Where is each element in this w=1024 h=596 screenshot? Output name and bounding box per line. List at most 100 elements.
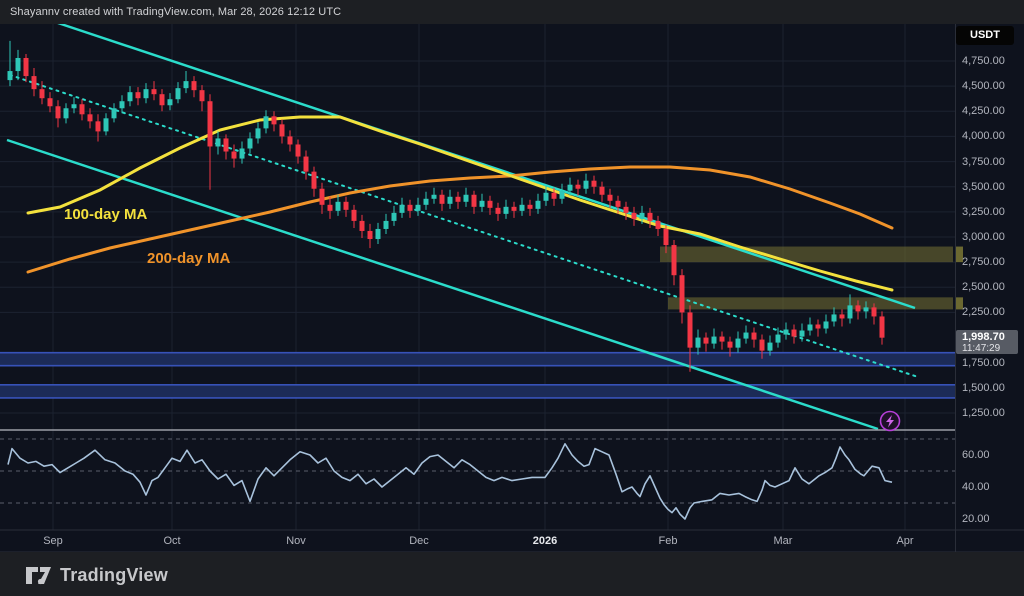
- rsi-line[interactable]: [8, 444, 892, 519]
- candle-body: [400, 205, 405, 213]
- ma200-label: 200-day MA: [147, 250, 230, 267]
- candle-body: [224, 138, 229, 151]
- time-tick-label: Nov: [286, 535, 306, 547]
- candle-body: [648, 213, 653, 221]
- candle-body: [832, 314, 837, 321]
- price-tick-label: 2,250.00: [962, 306, 1022, 318]
- candle-body: [464, 195, 469, 202]
- candle-body: [880, 316, 885, 337]
- candle-body: [768, 343, 773, 351]
- chart-plot-area[interactable]: [0, 0, 1024, 596]
- supply-zone: [660, 247, 953, 263]
- candle-body: [72, 104, 77, 108]
- attribution-text: Shayannv created with TradingView.com, M…: [10, 6, 341, 18]
- dotted-trendline[interactable]: [10, 75, 918, 377]
- candle-body: [416, 205, 421, 211]
- last-price-badge: 1,998.70 11:47:29: [956, 330, 1018, 354]
- candle-body: [480, 201, 485, 207]
- candle-body: [112, 108, 117, 118]
- candle-body: [600, 187, 605, 195]
- candle-body: [168, 99, 173, 105]
- price-tick-label: 1,750.00: [962, 357, 1022, 369]
- candle-body: [152, 89, 157, 94]
- time-tick-label: Sep: [43, 535, 63, 547]
- candle-body: [240, 148, 245, 158]
- candle-body: [424, 199, 429, 205]
- price-tick-label: 3,000.00: [962, 231, 1022, 243]
- candle-body: [288, 136, 293, 144]
- candle-body: [336, 202, 341, 211]
- candle-body: [680, 275, 685, 312]
- candle-body: [792, 330, 797, 337]
- tradingview-chart-window: Shayannv created with TradingView.com, M…: [0, 0, 1024, 596]
- candle-body: [56, 106, 61, 118]
- candle-body: [8, 71, 13, 80]
- candle-body: [752, 333, 757, 340]
- candle-body: [840, 314, 845, 318]
- candle-body: [136, 92, 141, 98]
- candle-body: [472, 195, 477, 207]
- time-tick-label: Oct: [163, 535, 180, 547]
- candle-body: [760, 340, 765, 351]
- candle-body: [80, 104, 85, 114]
- candle-body: [488, 201, 493, 208]
- time-tick-label: 2026: [533, 535, 557, 547]
- candle-body: [392, 213, 397, 221]
- candle-body: [568, 185, 573, 191]
- candle-body: [24, 58, 29, 76]
- candle-body: [512, 207, 517, 211]
- candle-body: [296, 144, 301, 156]
- candle-body: [272, 116, 277, 124]
- ma100-label: 100-day MA: [64, 206, 147, 223]
- time-tick-label: Dec: [409, 535, 429, 547]
- candle-body: [784, 330, 789, 335]
- candle-body: [264, 116, 269, 128]
- candle-body: [48, 98, 53, 106]
- candle-body: [352, 210, 357, 221]
- price-tick-label: 2,750.00: [962, 256, 1022, 268]
- candle-body: [504, 207, 509, 214]
- candle-body: [192, 81, 197, 90]
- candle-body: [640, 213, 645, 219]
- candle-body: [592, 181, 597, 187]
- candle-body: [376, 229, 381, 239]
- candle-body: [432, 195, 437, 199]
- price-tick-label: 3,750.00: [962, 156, 1022, 168]
- candle-body: [824, 321, 829, 328]
- candle-body: [16, 58, 21, 71]
- candle-body: [256, 128, 261, 138]
- candle-body: [344, 202, 349, 210]
- candle-body: [696, 338, 701, 348]
- candle-body: [160, 94, 165, 105]
- tradingview-logo[interactable]: TradingView: [26, 565, 168, 586]
- candle-body: [560, 191, 565, 199]
- candle-body: [216, 138, 221, 146]
- time-tick-label: Mar: [774, 535, 793, 547]
- candle-body: [96, 121, 101, 131]
- price-tick-label: 1,250.00: [962, 407, 1022, 419]
- candle-body: [776, 335, 781, 343]
- candle-body: [800, 331, 805, 337]
- candle-body: [856, 305, 861, 311]
- rsi-tick-label: 40.00: [962, 481, 1022, 493]
- candle-body: [384, 221, 389, 229]
- candle-body: [528, 205, 533, 209]
- candle-body: [536, 201, 541, 209]
- candle-body: [128, 92, 133, 101]
- price-tick-label: 4,250.00: [962, 105, 1022, 117]
- candle-body: [848, 305, 853, 318]
- candle-countdown: 11:47:29: [962, 344, 1018, 354]
- candle-body: [584, 181, 589, 189]
- candle-body: [456, 197, 461, 202]
- candle-body: [144, 89, 149, 98]
- candle-body: [360, 221, 365, 231]
- candle-body: [496, 208, 501, 214]
- time-tick-label: Apr: [896, 535, 913, 547]
- candle-body: [816, 324, 821, 328]
- candle-body: [872, 307, 877, 316]
- quote-currency-badge[interactable]: USDT: [956, 26, 1014, 45]
- candle-body: [64, 108, 69, 118]
- candle-body: [176, 88, 181, 99]
- candle-body: [320, 189, 325, 205]
- candle-body: [280, 124, 285, 136]
